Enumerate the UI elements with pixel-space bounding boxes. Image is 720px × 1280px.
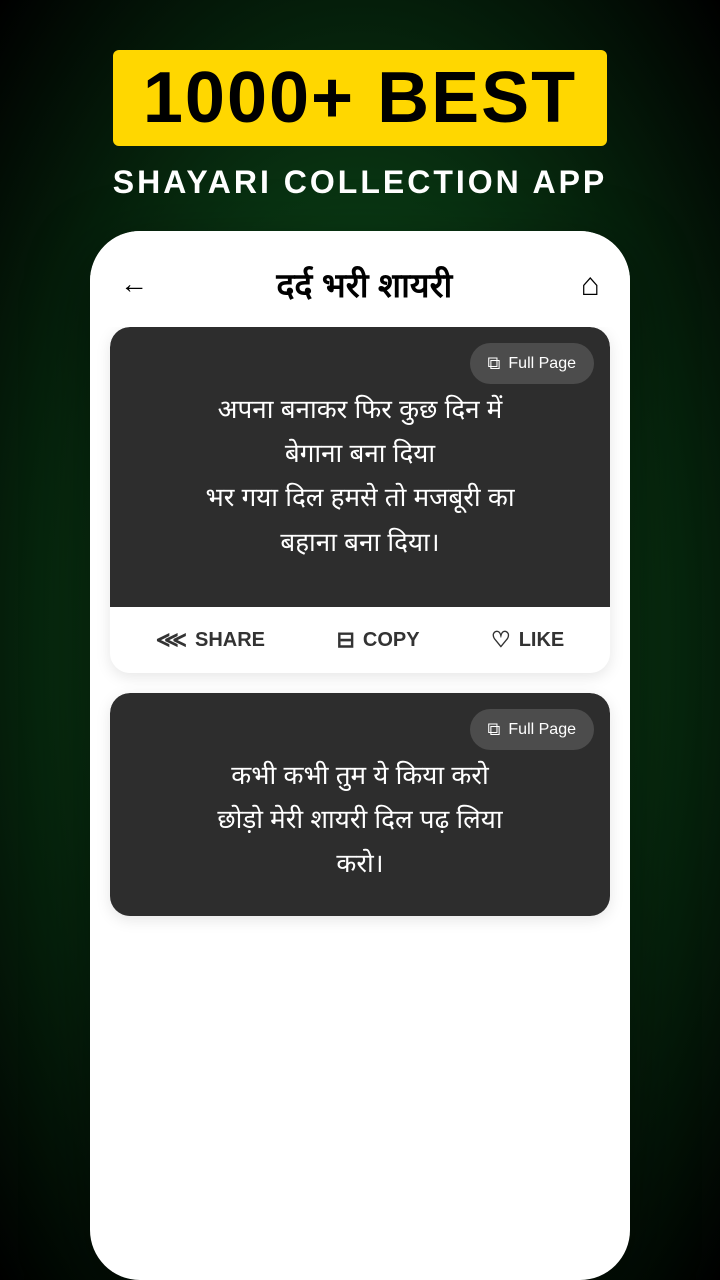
like-icon-1: ♡ <box>491 627 511 653</box>
full-page-icon-2: ⧉ <box>488 719 501 740</box>
share-icon-1: ⋘ <box>156 627 187 653</box>
home-icon[interactable]: ⌂ <box>581 266 600 303</box>
copy-button-1[interactable]: ⊟ COPY <box>336 627 419 653</box>
share-button-1[interactable]: ⋘ SHARE <box>156 627 265 653</box>
full-page-label-1: Full Page <box>508 355 576 373</box>
full-page-icon-1: ⧉ <box>488 353 501 374</box>
share-label-1: SHARE <box>195 629 265 652</box>
top-banner: 1000+ BEST SHAYARI COLLECTION APP <box>0 0 720 231</box>
phone-header: ← दर्द भरी शायरी ⌂ <box>90 231 630 327</box>
full-page-label-2: Full Page <box>508 721 576 739</box>
full-page-button-1[interactable]: ⧉ Full Page <box>470 343 594 384</box>
card-content-2: ⧉ Full Page कभी कभी तुम ये किया करो छोड़… <box>110 693 610 916</box>
headline-text: 1000+ BEST <box>143 58 577 138</box>
phone-frame: ← दर्द भरी शायरी ⌂ ⧉ Full Page अपना बनाक… <box>90 231 630 1280</box>
content-area: ⧉ Full Page अपना बनाकर फिर कुछ दिन में ब… <box>90 327 630 936</box>
card-actions-1: ⋘ SHARE ⊟ COPY ♡ LIKE <box>110 607 610 673</box>
shayari-card-1: ⧉ Full Page अपना बनाकर फिर कुछ दिन में ब… <box>110 327 610 673</box>
shayari-card-2: ⧉ Full Page कभी कभी तुम ये किया करो छोड़… <box>110 693 610 916</box>
full-page-button-2[interactable]: ⧉ Full Page <box>470 709 594 750</box>
copy-icon-1: ⊟ <box>336 627 354 653</box>
subtitle-text: SHAYARI COLLECTION APP <box>113 164 608 201</box>
headline-box: 1000+ BEST <box>113 50 607 146</box>
card-content-1: ⧉ Full Page अपना बनाकर फिर कुछ दिन में ब… <box>110 327 610 607</box>
like-label-1: LIKE <box>519 629 565 652</box>
like-button-1[interactable]: ♡ LIKE <box>491 627 564 653</box>
page-title: दर्द भरी शायरी <box>276 261 452 307</box>
back-button[interactable]: ← <box>120 268 148 300</box>
copy-label-1: COPY <box>363 629 420 652</box>
